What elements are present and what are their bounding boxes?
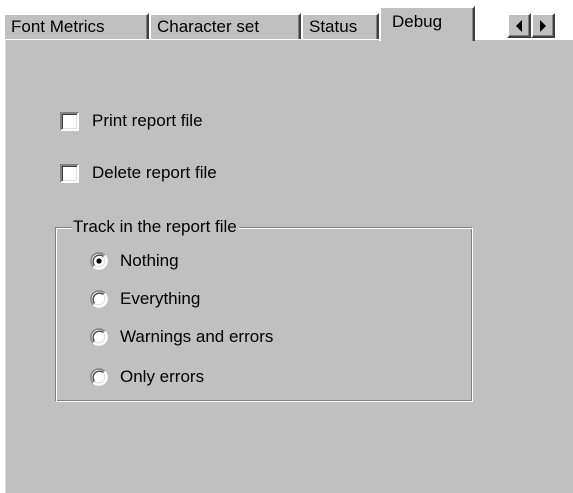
radio-option-only-errors[interactable]: Only errors [90,365,204,389]
delete-report-file-label[interactable]: Delete report file [92,163,217,183]
tab-character-set-label: Character set [157,17,260,36]
radio-option-nothing[interactable]: Nothing [90,249,179,273]
track-report-group-title: Track in the report file [72,216,239,238]
tab-scroll-right-button[interactable] [531,13,555,38]
tab-character-set[interactable]: Character set [149,13,301,39]
tab-font-metrics-label: Font Metrics [11,17,105,36]
radio-option-everything[interactable]: Everything [90,287,200,311]
radio-nothing[interactable] [90,252,108,270]
radio-label-everything[interactable]: Everything [120,289,200,309]
radio-label-nothing[interactable]: Nothing [120,251,179,271]
radio-label-only-errors[interactable]: Only errors [120,367,204,387]
tab-status[interactable]: Status [301,13,379,39]
print-report-file-option[interactable]: Print report file [60,109,203,133]
arrow-left-icon [516,20,522,32]
radio-unselected-icon [90,290,108,308]
radio-selected-icon [90,252,108,270]
tab-font-metrics[interactable]: Font Metrics [3,13,149,39]
track-report-groupbox: Track in the report file Nothing Everyth… [55,216,473,402]
delete-report-file-option[interactable]: Delete report file [60,161,217,185]
tab-scroll-arrows [507,13,555,38]
radio-warnings-and-errors[interactable] [90,328,108,346]
radio-label-warnings-and-errors[interactable]: Warnings and errors [120,327,273,347]
print-report-file-checkbox[interactable] [60,111,79,131]
tab-panel-debug: Print report file Delete report file Tra… [3,38,573,493]
delete-report-file-checkbox[interactable] [60,163,79,183]
radio-everything[interactable] [90,290,108,308]
tab-debug-label: Debug [392,12,443,31]
tab-scroll-left-button[interactable] [507,13,531,38]
radio-unselected-icon [90,328,108,346]
tab-debug[interactable]: Debug [379,6,475,41]
radio-unselected-icon [90,368,108,386]
radio-option-warnings-and-errors[interactable]: Warnings and errors [90,325,273,349]
print-report-file-label[interactable]: Print report file [92,111,203,131]
radio-only-errors[interactable] [90,368,108,386]
arrow-right-icon [540,20,546,32]
debug-dialog: Print report file Delete report file Tra… [0,0,573,493]
tab-status-label: Status [309,17,358,36]
